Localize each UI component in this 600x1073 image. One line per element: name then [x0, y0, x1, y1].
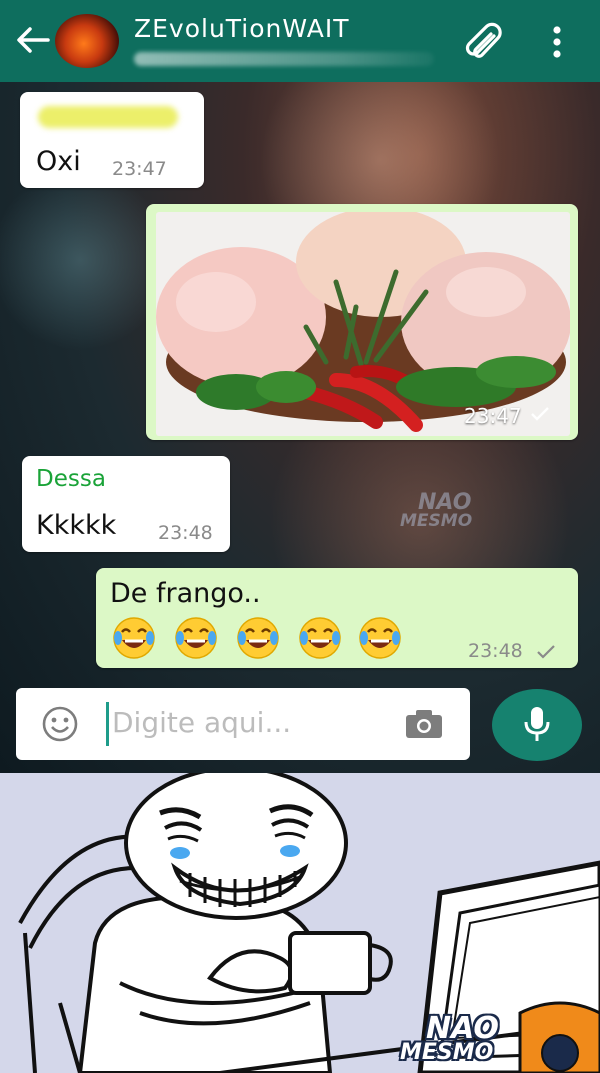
joy-emoji-icon [175, 617, 217, 659]
message-input[interactable]: Digite aqui... [112, 706, 291, 739]
joy-emoji-icon [359, 617, 401, 659]
contact-name[interactable]: ZEvoluTionWAIT [134, 14, 350, 43]
laughing-guy-drawing [18, 773, 600, 1073]
message-time: 23:48 [158, 522, 213, 544]
sent-check-icon [531, 407, 549, 421]
message-text: Oxi [36, 146, 81, 177]
photo-content [156, 212, 570, 432]
message-time: 23:47 [112, 158, 167, 180]
joy-emoji-icon [237, 617, 279, 659]
watermark-line1: NAO [418, 490, 472, 515]
joy-emoji-icon [299, 617, 341, 659]
message-text: Kkkkk [36, 510, 117, 541]
sender-name-blurred [38, 106, 178, 128]
message-composer: Digite aqui... [16, 688, 470, 760]
sender-name: Dessa [36, 466, 106, 492]
rage-comic-laughing-panel: NAO MESMO [0, 773, 600, 1073]
contact-status-blurred [134, 52, 434, 66]
message-text: De frango.. [110, 578, 261, 609]
joy-emoji-icon [113, 617, 155, 659]
text-cursor [106, 702, 109, 746]
message-time: 23:48 [468, 640, 523, 662]
watermark-line2: MESMO [400, 1040, 494, 1065]
more-vertical-icon[interactable] [545, 22, 569, 62]
mic-button[interactable] [492, 689, 582, 761]
watermark-logo: NAO MESMO [400, 1011, 499, 1065]
microphone-icon [524, 707, 550, 741]
watermark-line2: MESMO [400, 511, 473, 531]
chicken-photo[interactable] [156, 212, 570, 436]
arrow-left-icon[interactable] [14, 24, 50, 56]
chat-header: ZEvoluTionWAIT [0, 0, 600, 82]
watermark-line1: NAO [426, 1011, 499, 1046]
image-time: 23:47 [464, 404, 522, 428]
smiley-icon[interactable] [42, 706, 78, 742]
whatsapp-screenshot: ZEvoluTionWAIT Oxi 23:47 23:47 Dessa Kkk… [0, 0, 600, 773]
contact-avatar[interactable] [55, 14, 119, 68]
paperclip-icon[interactable] [462, 22, 504, 62]
sent-check-icon [537, 645, 555, 659]
camera-icon[interactable] [404, 708, 444, 740]
watermark-logo: NAO MESMO [400, 490, 473, 531]
